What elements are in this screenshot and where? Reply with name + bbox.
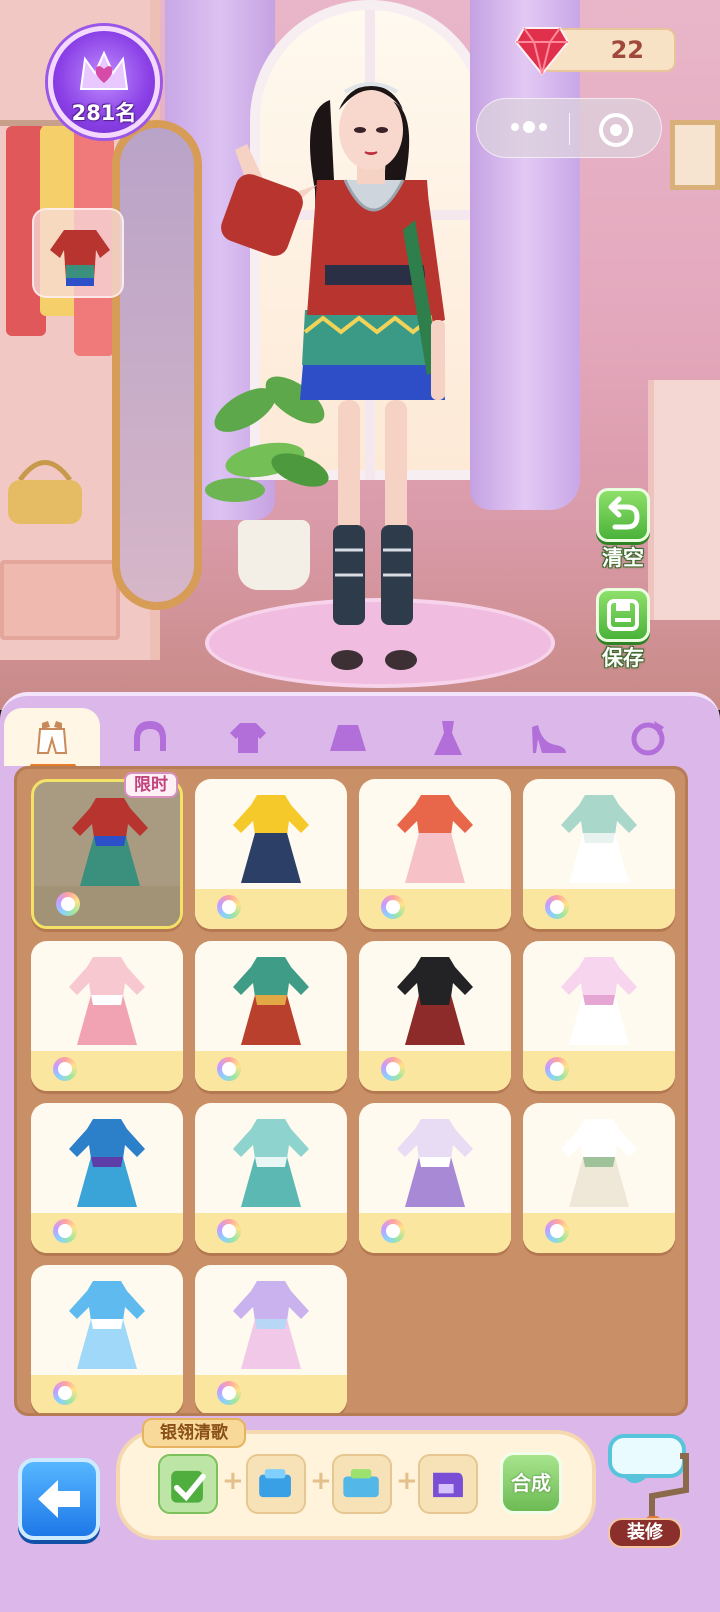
outfit-card-pink-romper[interactable] [523,941,675,1091]
wardrobe-badge-icon [545,895,569,919]
outfit-card-blue-gown[interactable] [31,1265,183,1413]
outfit-card-han-red[interactable] [195,941,347,1091]
tab-outfit-suit[interactable] [4,708,100,768]
wardrobe-badge-icon [217,895,241,919]
wardrobe-badge-icon [217,1057,241,1081]
shirt-icon [230,723,266,753]
outfit-art-fairy-gown [233,1281,309,1369]
gem-icon [514,27,570,76]
outfit-art-jacket-skirt [397,795,473,883]
rank-value: 281名 [71,101,137,125]
outfit-art-white-dress [561,1119,637,1207]
synthesis-slot-4[interactable] [418,1454,478,1514]
sewing-machine-icon [433,1472,463,1498]
miniprogram-capsule [476,98,662,158]
outfit-art-qipao [561,795,637,883]
synthesis-slot-1[interactable] [158,1454,218,1514]
outfit-art-black-robe [397,957,473,1045]
material-box-icon [259,1469,291,1498]
side-shelf [648,380,720,620]
wardrobe-badge-icon [381,1057,405,1081]
tab-hair[interactable] [102,708,198,766]
standing-mirror [112,120,202,610]
outfit-art-overalls [233,795,309,883]
player-avatar[interactable] [205,70,495,680]
wardrobe-badge-icon [53,1381,77,1405]
outfit-art-ethnic-red [72,798,148,886]
save-disk-icon [607,599,639,631]
outfit-thumb-icon [50,230,110,286]
outfit-art-lavender-hanfu [397,1119,473,1207]
synthesis-slot-3[interactable] [332,1454,392,1514]
wardrobe-badge-icon [217,1381,241,1405]
gift-bag-check-icon [171,1470,206,1503]
outfit-card-qipao[interactable] [523,779,675,929]
outfit-art-blue-ethnic [69,1119,145,1207]
combine-button[interactable]: 合成 [500,1452,562,1514]
wardrobe-badge-icon [545,1057,569,1081]
rank-badge[interactable]: 281名 [48,26,160,138]
close-capsule-icon[interactable] [599,113,633,147]
high-heel-icon [532,725,566,753]
tab-skirt[interactable] [300,708,396,766]
accessory-icon [631,721,665,756]
decorate-label[interactable]: 装修 [608,1518,682,1548]
outfit-art-teal-hanfu [233,1119,309,1207]
outfit-art-blue-gown [69,1281,145,1369]
category-tabs [0,704,720,770]
skirt-icon [330,725,366,751]
synthesis-title: 银翎清歌 [142,1418,246,1448]
clear-button[interactable] [596,488,650,542]
crown-icon [79,50,129,90]
wardrobe-badge-icon [381,1219,405,1243]
limited-time-tag: 限时 [124,772,178,798]
wardrobe-badge-icon [56,892,80,916]
tab-accessory[interactable] [600,708,696,766]
more-dots-icon[interactable] [499,107,559,147]
plus-icon: + [222,1466,244,1496]
outfit-card-fairy-gown[interactable] [195,1265,347,1413]
outfit-card-lavender-hanfu[interactable] [359,1103,511,1253]
tab-dress[interactable] [400,708,496,766]
outfit-card-blue-ethnic[interactable] [31,1103,183,1253]
item-grid [14,766,688,1416]
gem-count: 22 [610,36,644,64]
save-button[interactable] [596,588,650,642]
synthesis-slot-2[interactable] [246,1454,306,1514]
outfit-art-han-red [233,957,309,1045]
back-arrow-icon [38,1480,80,1518]
wardrobe-badge-icon [53,1057,77,1081]
tab-shoes[interactable] [500,708,596,766]
save-label: 保存 [602,646,644,670]
wardrobe-badge-icon [53,1219,77,1243]
outfit-art-pink-gown [69,957,145,1045]
wall-frame [670,120,720,190]
wardrobe-badge-icon [217,1219,241,1243]
tab-top[interactable] [200,708,296,766]
dress-icon [434,721,462,755]
clear-label: 清空 [602,546,644,570]
back-button[interactable] [18,1458,100,1540]
plus-icon: + [396,1466,418,1496]
handbag-icon [8,460,82,524]
outfit-card-white-dress[interactable] [523,1103,675,1253]
outfit-card-jacket-skirt[interactable] [359,779,511,929]
current-outfit-thumbnail[interactable] [32,208,124,298]
outfit-card-black-robe[interactable] [359,941,511,1091]
suit-icon [36,721,68,754]
wardrobe-badge-icon [545,1219,569,1243]
outfit-card-ethnic-red[interactable] [31,779,183,929]
hair-icon [134,721,166,751]
wardrobe-badge-icon [381,895,405,919]
outfit-card-pink-gown[interactable] [31,941,183,1091]
outfit-art-pink-romper [561,957,637,1045]
undo-arrow-icon [608,496,640,530]
outfit-card-overalls[interactable] [195,779,347,929]
plus-icon: + [310,1466,332,1496]
sewing-kit-icon [343,1469,379,1498]
outfit-card-teal-hanfu[interactable] [195,1103,347,1253]
